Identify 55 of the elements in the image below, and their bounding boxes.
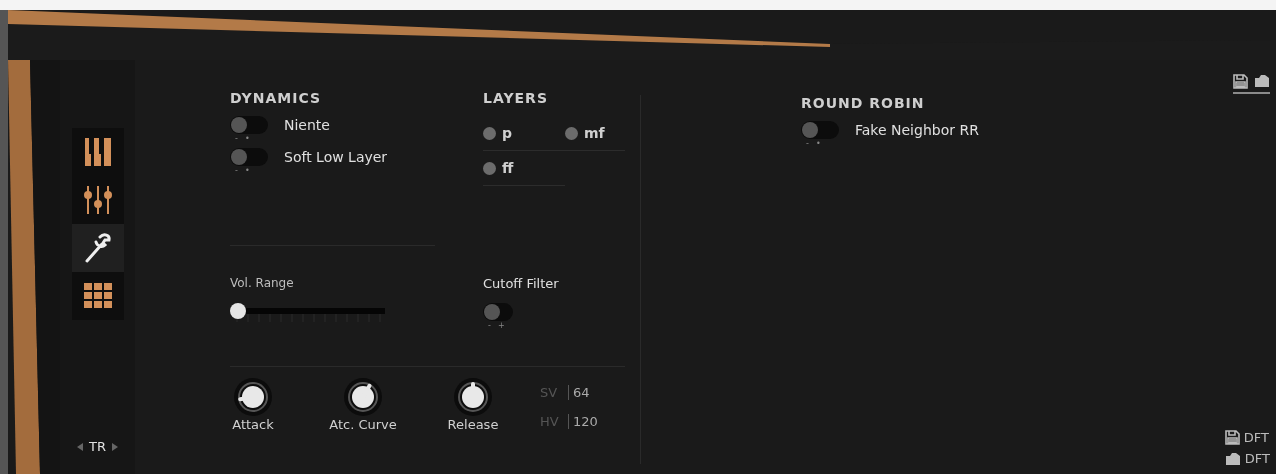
layer-label: mf bbox=[584, 125, 605, 141]
folder-icon bbox=[1254, 74, 1270, 88]
velocity-name: SV bbox=[540, 385, 559, 400]
section-title: DYNAMICS bbox=[230, 90, 323, 106]
piano-keys-icon bbox=[82, 137, 113, 167]
right-arrow-icon[interactable] bbox=[112, 442, 118, 451]
toggle-label: Fake Neighbor RR bbox=[855, 121, 979, 139]
toggle-switch[interactable] bbox=[230, 116, 268, 134]
velocity-value: 120 bbox=[568, 414, 598, 429]
slider-label: Vol. Range bbox=[230, 276, 295, 290]
layer-label: ff bbox=[502, 160, 514, 176]
grid-icon bbox=[82, 282, 113, 310]
layer-dot[interactable] bbox=[483, 161, 496, 175]
rotary-knob[interactable] bbox=[453, 377, 493, 417]
knob-label: Atc. Curve bbox=[329, 417, 397, 432]
plus-mark: • bbox=[815, 139, 821, 149]
plus-mark: • bbox=[244, 166, 250, 176]
sidebar-tab[interactable] bbox=[71, 224, 124, 272]
velocity-value: 64 bbox=[568, 385, 590, 400]
rotary-knob[interactable] bbox=[343, 377, 383, 417]
toggle-switch[interactable] bbox=[483, 303, 513, 321]
minus-mark: - bbox=[806, 139, 809, 149]
plus-mark: • bbox=[244, 134, 250, 144]
knob-label: Attack bbox=[232, 417, 274, 432]
left-arrow-icon[interactable] bbox=[77, 442, 83, 451]
load-default-button[interactable]: DFT bbox=[1224, 451, 1270, 466]
rotary-knob[interactable] bbox=[233, 377, 273, 417]
selector-label: TR bbox=[89, 439, 106, 454]
toggle-label: Cutoff Filter bbox=[483, 276, 559, 291]
volume-slider[interactable] bbox=[230, 302, 385, 324]
sidebar-tab[interactable] bbox=[71, 128, 124, 176]
folder-icon bbox=[1224, 451, 1241, 466]
toggle-label: Soft Low Layer bbox=[284, 148, 388, 166]
velocity-name: HV bbox=[540, 414, 560, 429]
slider-thumb[interactable] bbox=[230, 303, 246, 319]
toggle-switch[interactable] bbox=[230, 148, 268, 166]
mixer-sliders-icon bbox=[82, 184, 113, 216]
save-button[interactable] bbox=[1233, 74, 1248, 89]
save-default-button[interactable]: DFT bbox=[1224, 430, 1269, 445]
minus-mark: - bbox=[235, 134, 238, 144]
section-title: ROUND ROBIN bbox=[801, 95, 926, 111]
plus-mark: + bbox=[497, 321, 505, 331]
wrench-icon bbox=[83, 233, 112, 263]
layer-dot[interactable] bbox=[483, 126, 496, 140]
layer-dot[interactable] bbox=[565, 126, 578, 140]
toggle-label: Niente bbox=[284, 116, 330, 134]
section-title: LAYERS bbox=[483, 90, 549, 106]
sidebar-tab[interactable] bbox=[71, 272, 124, 320]
toggle-switch[interactable] bbox=[801, 121, 839, 139]
sidebar-tab[interactable] bbox=[71, 176, 124, 224]
knob-label: Release bbox=[447, 417, 499, 432]
minus-mark: - bbox=[235, 166, 238, 176]
minus-mark: - bbox=[488, 321, 491, 331]
load-button[interactable] bbox=[1254, 74, 1270, 89]
layer-label: p bbox=[502, 125, 513, 141]
